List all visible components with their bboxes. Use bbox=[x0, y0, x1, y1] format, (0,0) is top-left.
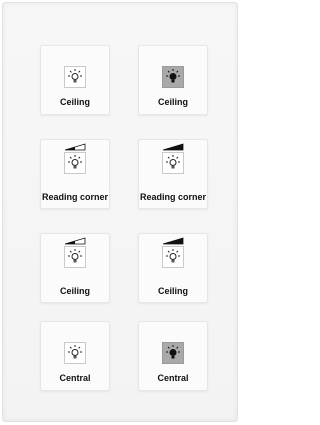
ceiling-dimmer-button[interactable]: Ceiling bbox=[40, 233, 110, 303]
dimmer-level-icon bbox=[64, 237, 86, 245]
central-light-button[interactable]: Central bbox=[40, 321, 110, 391]
bulb-off-icon bbox=[162, 152, 184, 174]
button-label: Central bbox=[157, 373, 189, 383]
button-label: Ceiling bbox=[59, 286, 90, 296]
bulb-on-icon bbox=[162, 66, 184, 88]
ceiling-light-button[interactable]: Ceiling bbox=[138, 45, 208, 115]
button-label: Reading corner bbox=[41, 192, 108, 202]
reading-corner-dimmer-button[interactable]: Reading corner bbox=[40, 139, 110, 209]
button-label: Ceiling bbox=[59, 97, 90, 107]
dimmer-level-icon bbox=[162, 237, 184, 245]
bulb-on-icon bbox=[162, 342, 184, 364]
bulb-off-icon bbox=[64, 66, 86, 88]
button-label: Ceiling bbox=[157, 286, 188, 296]
dimmer-level-icon bbox=[64, 143, 86, 151]
bulb-off-icon bbox=[64, 342, 86, 364]
ceiling-light-button[interactable]: Ceiling bbox=[40, 45, 110, 115]
button-label: Reading corner bbox=[139, 192, 206, 202]
bulb-off-icon bbox=[64, 152, 86, 174]
button-label: Central bbox=[59, 373, 91, 383]
ceiling-dimmer-button[interactable]: Ceiling bbox=[138, 233, 208, 303]
button-label: Ceiling bbox=[157, 97, 188, 107]
switch-panel: Ceiling Ceiling Reading corner Reading c… bbox=[2, 2, 238, 422]
reading-corner-dimmer-button[interactable]: Reading corner bbox=[138, 139, 208, 209]
bulb-off-icon bbox=[162, 246, 184, 268]
dimmer-level-icon bbox=[162, 143, 184, 151]
central-light-button[interactable]: Central bbox=[138, 321, 208, 391]
bulb-off-icon bbox=[64, 246, 86, 268]
